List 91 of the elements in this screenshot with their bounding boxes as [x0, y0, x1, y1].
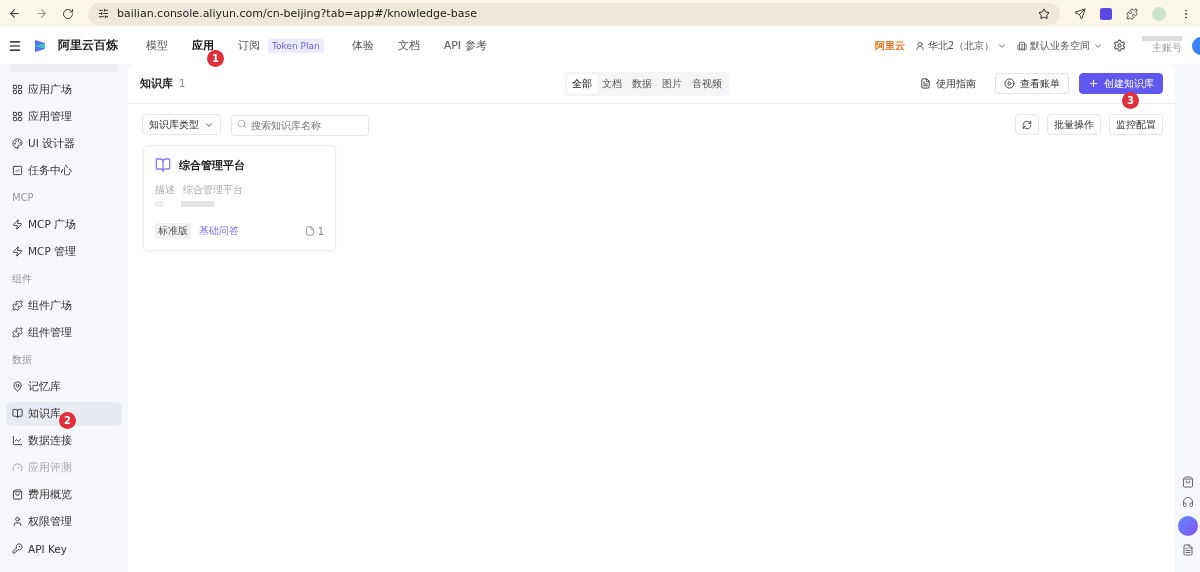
edition-tag: 标准版: [155, 223, 191, 239]
sidebar-item[interactable]: 组件广场: [6, 293, 122, 318]
extension-icon[interactable]: [1100, 7, 1112, 20]
forward-icon[interactable]: [35, 7, 48, 20]
meta-label: 描述: [155, 183, 175, 197]
meta-value: 综合管理平台: [183, 183, 243, 197]
logo-icon: [32, 37, 48, 54]
reload-icon[interactable]: [62, 7, 74, 20]
grid-icon: [12, 111, 23, 122]
refresh-icon: [1022, 119, 1032, 130]
book-icon: [155, 157, 171, 173]
filter-tab[interactable]: 文档: [597, 73, 628, 94]
nav-tab[interactable]: 订阅: [234, 38, 264, 53]
sidebar-item[interactable]: UI 设计器: [6, 131, 122, 156]
sidebar-item[interactable]: MCP 管理: [6, 239, 122, 264]
gauge-icon: [12, 462, 23, 473]
pin-icon: [12, 381, 23, 392]
puzzle-icon[interactable]: [1126, 7, 1138, 20]
bag-icon[interactable]: [1181, 476, 1194, 488]
sidebar-item[interactable]: 权限管理: [6, 509, 122, 534]
sidebar-item[interactable]: MCP 广场: [6, 212, 122, 237]
grid-icon: [12, 84, 23, 95]
type-label: 基础问答: [199, 224, 239, 238]
filter-tab[interactable]: 音视频: [687, 73, 728, 94]
sidebar-item[interactable]: 数据连接: [6, 428, 122, 453]
create-button[interactable]: 创建知识库: [1079, 73, 1163, 94]
nav-tab[interactable]: 模型: [142, 38, 172, 53]
bill-button[interactable]: 查看账单: [995, 73, 1069, 94]
checkbox-icon: [12, 165, 23, 176]
extension-icon[interactable]: [1074, 7, 1086, 20]
nav-tab[interactable]: 文档: [393, 38, 424, 53]
sidebar-item[interactable]: 费用概览: [6, 482, 122, 507]
bag-icon: [12, 489, 23, 500]
address-bar[interactable]: bailian.console.aliyun.com/cn-beijing?tab=app#/knowledge-base: [88, 2, 1060, 25]
knowledge-card[interactable]: 综合管理平台 描述 综合管理平台 标准版 基础问答 1: [143, 145, 336, 251]
type-select[interactable]: 知识库类型: [142, 114, 221, 135]
sidebar-item[interactable]: 应用广场: [6, 77, 122, 102]
region-select[interactable]: 华北2（北京）: [914, 38, 1007, 53]
toolbar-button[interactable]: 批量操作: [1047, 114, 1101, 135]
building-icon: [1017, 40, 1027, 51]
palette-icon: [12, 138, 23, 149]
page-title: 知识库: [140, 76, 173, 91]
nav-tab[interactable]: 体验: [347, 38, 378, 53]
step-marker: 2: [59, 412, 76, 429]
blurred-account-name: [1142, 36, 1182, 41]
filter-tab[interactable]: 全部: [567, 73, 598, 94]
filter-tab[interactable]: 图片: [657, 73, 688, 94]
star-icon[interactable]: [1038, 7, 1050, 20]
cloud-logo: 阿里云: [874, 38, 905, 53]
sidebar-item[interactable]: API Key: [6, 536, 122, 561]
doc-count: 1: [317, 225, 324, 237]
puzzle-icon: [12, 300, 23, 311]
nav-tab[interactable]: 应用: [188, 38, 218, 53]
filter-tab[interactable]: 数据: [627, 73, 658, 94]
workspace-select[interactable]: 默认业务空间: [1017, 38, 1103, 53]
plan-tag: Token Plan: [268, 38, 324, 53]
section-title: 数据: [11, 352, 33, 367]
lightning-icon: [12, 219, 23, 230]
site-settings-icon[interactable]: [98, 8, 109, 19]
headset-icon[interactable]: [1181, 496, 1194, 508]
key-icon: [12, 543, 23, 554]
back-icon[interactable]: [8, 7, 21, 20]
sidebar-item[interactable]: 应用管理: [6, 104, 122, 129]
item-count: 1: [179, 78, 186, 89]
brand-name: 阿里云百炼: [58, 37, 118, 54]
search-field[interactable]: 搜索知识库名称: [231, 115, 369, 136]
plus-icon: [1088, 78, 1099, 89]
blurred-text: [155, 201, 215, 207]
card-title: 综合管理平台: [179, 157, 245, 173]
sidebar-item[interactable]: 任务中心: [6, 158, 122, 183]
section-title: 组件: [11, 271, 33, 286]
settings-icon[interactable]: [1113, 39, 1126, 52]
user-icon: [914, 40, 925, 51]
document-icon: [920, 78, 931, 89]
document-icon[interactable]: [1181, 544, 1194, 556]
nav-tab[interactable]: API 参考: [439, 38, 491, 53]
lightning-icon: [12, 246, 23, 257]
menu-icon[interactable]: [8, 38, 22, 53]
account-role: 主账号: [1152, 41, 1182, 55]
chart-icon: [12, 435, 23, 446]
puzzle-icon: [12, 327, 23, 338]
sidebar-item[interactable]: 组件管理: [6, 320, 122, 345]
user-icon: [12, 516, 23, 527]
book-icon: [12, 408, 23, 419]
section-title: MCP: [11, 191, 35, 205]
toolbar-button[interactable]: 监控配置: [1109, 114, 1163, 135]
file-icon: [304, 226, 315, 236]
play-icon: [1004, 78, 1015, 89]
assistant-icon[interactable]: [1177, 516, 1198, 536]
refresh-button[interactable]: [1015, 114, 1039, 135]
sidebar-item[interactable]: 记忆库: [6, 374, 122, 399]
